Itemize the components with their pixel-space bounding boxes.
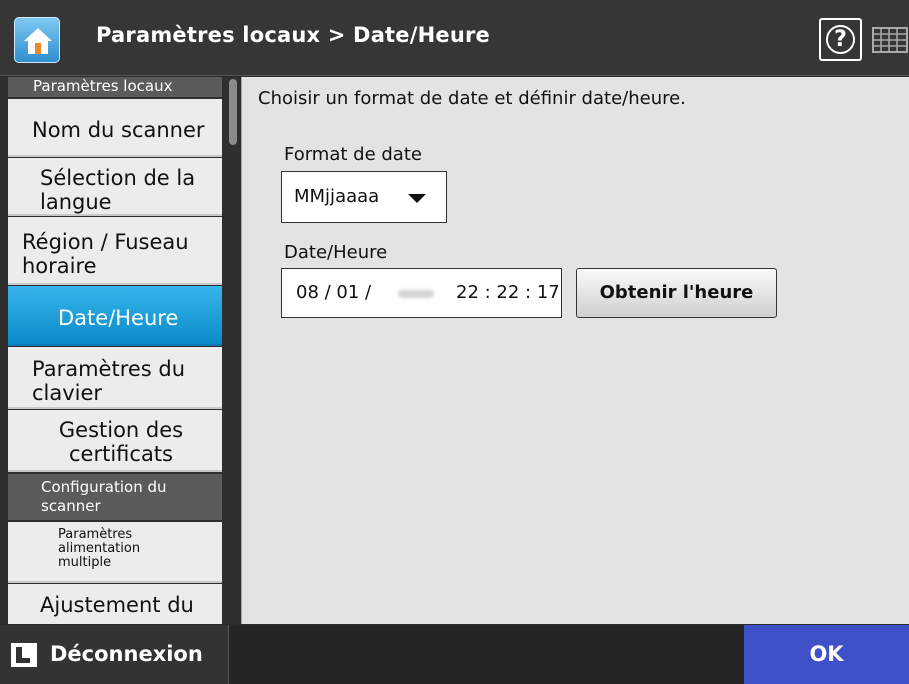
ok-button[interactable]: OK xyxy=(744,625,909,684)
chevron-down-icon xyxy=(408,194,426,203)
sidebar-item-scanner-name[interactable]: Nom du scanner xyxy=(8,99,222,157)
sidebar-section-local-settings: Paramètres locaux xyxy=(8,77,222,97)
logout-label: Déconnexion xyxy=(50,642,203,666)
sidebar-item-certificates[interactable]: Gestion des certificats xyxy=(8,410,222,472)
page-title: Paramètres locaux > Date/Heure xyxy=(96,23,490,47)
keyboard-icon xyxy=(872,27,908,53)
sidebar-item-label: Sélection de la langue xyxy=(40,166,196,214)
sidebar-item-label: Gestion des certificats xyxy=(58,418,184,466)
sidebar-scroll-thumb[interactable] xyxy=(229,79,237,145)
help-icon: ? xyxy=(826,25,855,54)
main-panel: Choisir un format de date et définir dat… xyxy=(241,77,909,624)
home-button[interactable] xyxy=(14,17,60,63)
year-redacted xyxy=(398,290,434,298)
date-format-select[interactable]: MMjjaaaa xyxy=(281,171,447,223)
sidebar-item-label: Nom du scanner xyxy=(32,118,205,142)
sidebar-item-region-timezone[interactable]: Région / Fuseau horaire xyxy=(8,217,222,285)
sidebar-item-language[interactable]: Sélection de la langue xyxy=(8,158,222,216)
get-time-button[interactable]: Obtenir l'heure xyxy=(576,268,777,318)
help-button[interactable]: ? xyxy=(819,18,862,61)
sidebar-scrollbar[interactable] xyxy=(225,77,240,624)
sidebar-item-multifeed[interactable]: Paramètres alimentation multiple xyxy=(8,522,222,583)
sidebar-item-label: Date/Heure xyxy=(58,306,179,330)
sidebar-item-label: Ajustement du xyxy=(40,593,194,617)
sidebar-item-adjustment[interactable]: Ajustement du xyxy=(8,584,222,624)
header-bar: Paramètres locaux > Date/Heure ? xyxy=(0,0,909,76)
sidebar-item-label: Région / Fuseau horaire xyxy=(22,230,189,278)
home-icon xyxy=(24,28,52,54)
datetime-field[interactable]: 08 / 01 / 22 : 22 : 17 xyxy=(281,268,562,318)
date-value: 08 / 01 / xyxy=(296,282,372,303)
sidebar-item-label: Paramètres alimentation multiple xyxy=(58,527,141,570)
logout-icon xyxy=(11,643,37,667)
description-text: Choisir un format de date et définir dat… xyxy=(258,88,686,109)
sidebar-section-scanner-config: Configuration du scanner xyxy=(8,474,222,520)
logout-button[interactable]: Déconnexion xyxy=(0,625,229,684)
date-format-value: MMjjaaaa xyxy=(294,186,380,207)
keyboard-button[interactable] xyxy=(867,18,909,61)
sidebar: Paramètres locaux Nom du scanner Sélecti… xyxy=(0,77,240,624)
footer-bar: Déconnexion OK xyxy=(0,625,909,684)
datetime-label: Date/Heure xyxy=(284,242,388,263)
sidebar-item-label: Paramètres du clavier xyxy=(32,357,186,405)
time-value: 22 : 22 : 17 xyxy=(456,282,560,303)
sidebar-item-keyboard-settings[interactable]: Paramètres du clavier xyxy=(8,347,222,409)
date-format-label: Format de date xyxy=(284,144,422,165)
sidebar-item-date-time[interactable]: Date/Heure xyxy=(8,286,222,346)
